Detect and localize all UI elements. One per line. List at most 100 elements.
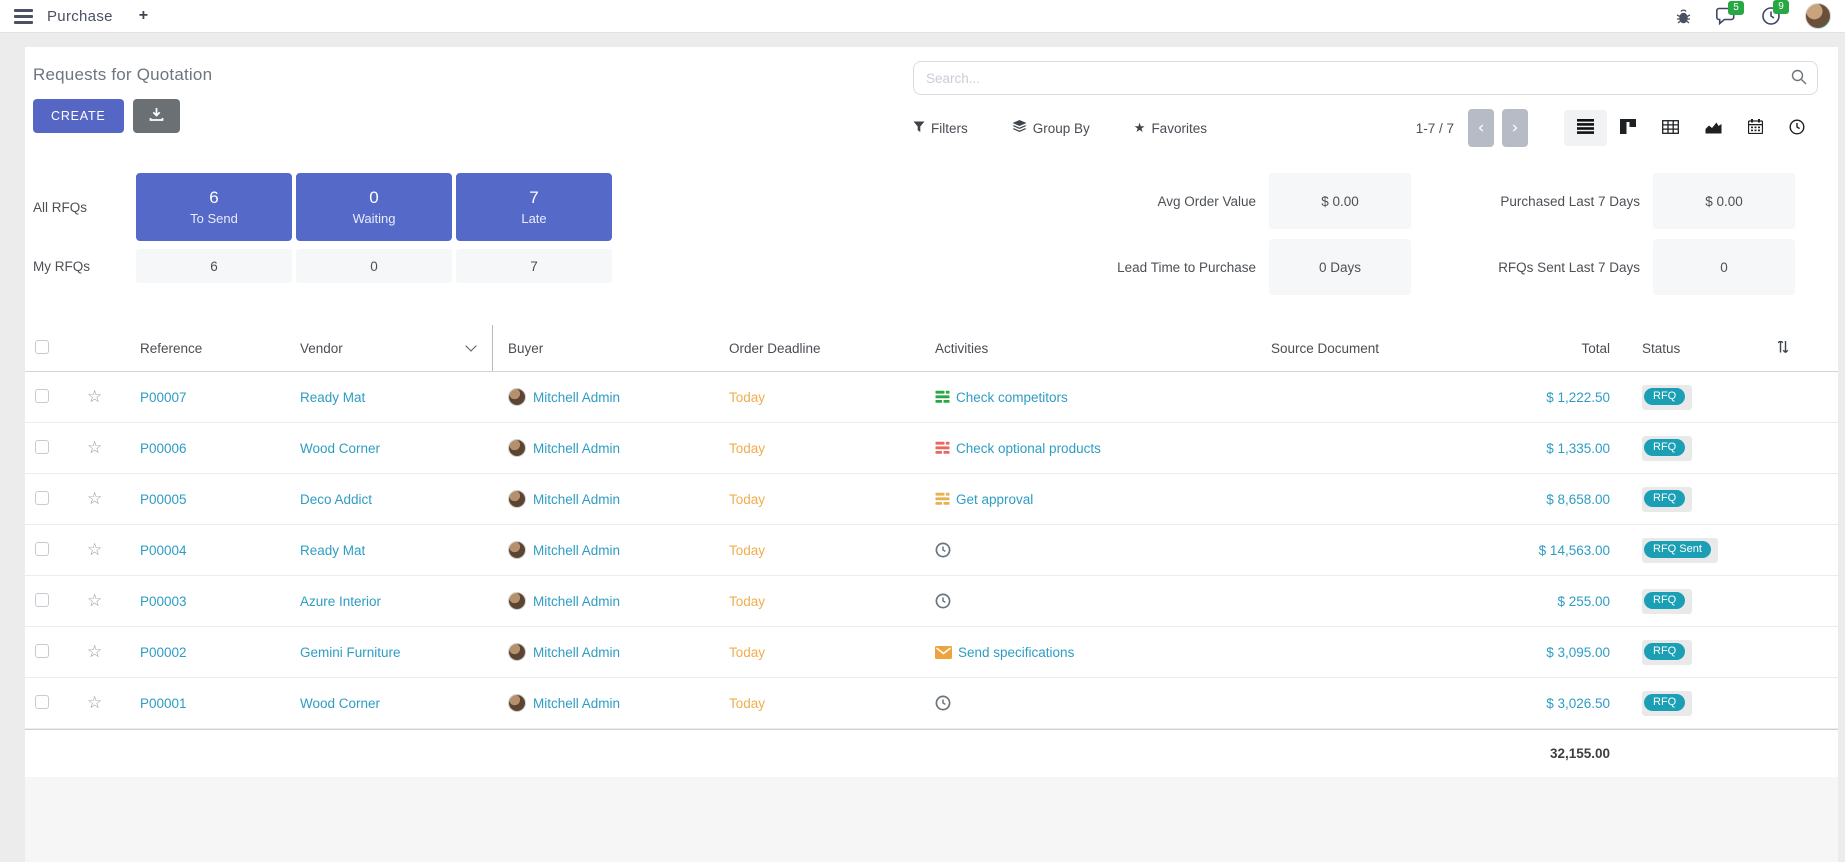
activity-icon[interactable] bbox=[935, 646, 952, 659]
export-button[interactable] bbox=[133, 99, 180, 133]
reference-link[interactable]: P00002 bbox=[140, 645, 187, 660]
optional-columns-icon[interactable] bbox=[1776, 341, 1790, 356]
buyer-link[interactable]: Mitchell Admin bbox=[533, 594, 620, 609]
favorites-button[interactable]: ★ Favorites bbox=[1134, 121, 1207, 136]
vendor-link[interactable]: Deco Addict bbox=[300, 492, 372, 507]
activity-link[interactable]: Check competitors bbox=[956, 390, 1068, 405]
search-icon[interactable] bbox=[1791, 69, 1807, 88]
reference-link[interactable]: P00007 bbox=[140, 390, 187, 405]
row-checkbox[interactable] bbox=[35, 440, 49, 454]
order-deadline-label: Today bbox=[729, 441, 765, 456]
kpi-my-waiting[interactable]: 0 bbox=[296, 249, 452, 283]
reference-link[interactable]: P00001 bbox=[140, 696, 187, 711]
header-buyer[interactable]: Buyer bbox=[493, 341, 714, 356]
header-activities[interactable]: Activities bbox=[920, 341, 1250, 356]
table-row[interactable]: ☆ P00006 Wood Corner Mitchell Admin Toda… bbox=[25, 423, 1838, 474]
buyer-link[interactable]: Mitchell Admin bbox=[533, 441, 620, 456]
purchased-7d-value[interactable]: $ 0.00 bbox=[1653, 173, 1795, 229]
row-checkbox[interactable] bbox=[35, 644, 49, 658]
apps-menu-icon[interactable] bbox=[14, 9, 33, 24]
status-badge: RFQ bbox=[1642, 385, 1692, 410]
row-checkbox[interactable] bbox=[35, 491, 49, 505]
activity-icon[interactable] bbox=[935, 593, 951, 609]
row-checkbox[interactable] bbox=[35, 389, 49, 403]
vendor-link[interactable]: Azure Interior bbox=[300, 594, 381, 609]
kpi-late[interactable]: 7 Late bbox=[456, 173, 612, 241]
reference-link[interactable]: P00005 bbox=[140, 492, 187, 507]
kpi-to-send[interactable]: 6 To Send bbox=[136, 173, 292, 241]
activities-badge: 9 bbox=[1773, 0, 1789, 14]
create-button[interactable]: CREATE bbox=[33, 99, 124, 133]
kanban-view-button[interactable] bbox=[1607, 110, 1649, 146]
activity-icon[interactable] bbox=[935, 390, 950, 404]
avg-order-value[interactable]: $ 0.00 bbox=[1269, 173, 1411, 229]
buyer-link[interactable]: Mitchell Admin bbox=[533, 390, 620, 405]
vendor-link[interactable]: Gemini Furniture bbox=[300, 645, 401, 660]
reference-link[interactable]: P00006 bbox=[140, 441, 187, 456]
vendor-link[interactable]: Wood Corner bbox=[300, 696, 380, 711]
kpi-my-late[interactable]: 7 bbox=[456, 249, 612, 283]
table-row[interactable]: ☆ P00001 Wood Corner Mitchell Admin Toda… bbox=[25, 678, 1838, 729]
messages-button[interactable]: 5 bbox=[1716, 7, 1737, 25]
filters-button[interactable]: Filters bbox=[913, 121, 968, 136]
star-toggle-icon[interactable]: ☆ bbox=[87, 387, 102, 407]
buyer-link[interactable]: Mitchell Admin bbox=[533, 492, 620, 507]
row-checkbox[interactable] bbox=[35, 542, 49, 556]
reference-link[interactable]: P00003 bbox=[140, 594, 187, 609]
activity-link[interactable]: Check optional products bbox=[956, 441, 1101, 456]
activity-link[interactable]: Get approval bbox=[956, 492, 1033, 507]
header-status[interactable]: Status bbox=[1625, 341, 1838, 356]
header-vendor[interactable]: Vendor bbox=[285, 325, 493, 371]
star-toggle-icon[interactable]: ☆ bbox=[87, 591, 102, 611]
row-checkbox[interactable] bbox=[35, 695, 49, 709]
calendar-view-button[interactable] bbox=[1735, 110, 1776, 146]
kpi-my-to-send[interactable]: 6 bbox=[136, 249, 292, 283]
select-all-checkbox[interactable] bbox=[35, 340, 49, 354]
activity-link[interactable]: Send specifications bbox=[958, 645, 1074, 660]
list-view-button[interactable] bbox=[1564, 110, 1607, 146]
kpi-waiting[interactable]: 0 Waiting bbox=[296, 173, 452, 241]
pager-next-button[interactable]: › bbox=[1502, 109, 1528, 147]
table-row[interactable]: ☆ P00005 Deco Addict Mitchell Admin Toda… bbox=[25, 474, 1838, 525]
activity-icon[interactable] bbox=[935, 441, 950, 455]
header-source-document[interactable]: Source Document bbox=[1250, 341, 1400, 356]
activities-button[interactable]: 9 bbox=[1761, 6, 1781, 26]
table-row[interactable]: ☆ P00002 Gemini Furniture Mitchell Admin… bbox=[25, 627, 1838, 678]
app-title[interactable]: Purchase bbox=[47, 8, 113, 25]
vendor-link[interactable]: Ready Mat bbox=[300, 543, 365, 558]
star-toggle-icon[interactable]: ☆ bbox=[87, 540, 102, 560]
table-row[interactable]: ☆ P00004 Ready Mat Mitchell Admin Today … bbox=[25, 525, 1838, 576]
graph-view-button[interactable] bbox=[1692, 111, 1735, 146]
group-by-button[interactable]: Group By bbox=[1012, 120, 1090, 137]
star-toggle-icon[interactable]: ☆ bbox=[87, 489, 102, 509]
star-toggle-icon[interactable]: ☆ bbox=[87, 693, 102, 713]
header-order-deadline[interactable]: Order Deadline bbox=[714, 341, 920, 356]
activity-icon[interactable] bbox=[935, 695, 951, 711]
table-row[interactable]: ☆ P00003 Azure Interior Mitchell Admin T… bbox=[25, 576, 1838, 627]
reference-link[interactable]: P00004 bbox=[140, 543, 187, 558]
header-reference[interactable]: Reference bbox=[125, 341, 285, 356]
vendor-link[interactable]: Ready Mat bbox=[300, 390, 365, 405]
buyer-link[interactable]: Mitchell Admin bbox=[533, 696, 620, 711]
debug-bug-icon[interactable] bbox=[1675, 8, 1692, 25]
buyer-link[interactable]: Mitchell Admin bbox=[533, 543, 620, 558]
pager-prev-button[interactable]: ‹ bbox=[1468, 109, 1494, 147]
lead-time-value[interactable]: 0 Days bbox=[1269, 239, 1411, 295]
vendor-link[interactable]: Wood Corner bbox=[300, 441, 380, 456]
activity-icon[interactable] bbox=[935, 542, 951, 558]
activity-view-button[interactable] bbox=[1776, 110, 1818, 147]
pivot-view-button[interactable] bbox=[1649, 111, 1692, 146]
user-avatar[interactable] bbox=[1805, 3, 1831, 29]
header-total[interactable]: Total bbox=[1400, 341, 1625, 356]
star-toggle-icon[interactable]: ☆ bbox=[87, 642, 102, 662]
table-row[interactable]: ☆ P00007 Ready Mat Mitchell Admin Today … bbox=[25, 372, 1838, 423]
activity-icon[interactable] bbox=[935, 492, 950, 506]
add-tab-button[interactable]: + bbox=[139, 7, 148, 25]
buyer-avatar bbox=[508, 592, 526, 610]
rfqs-sent-7d-value[interactable]: 0 bbox=[1653, 239, 1795, 295]
buyer-link[interactable]: Mitchell Admin bbox=[533, 645, 620, 660]
search-input[interactable] bbox=[914, 71, 1791, 86]
star-toggle-icon[interactable]: ☆ bbox=[87, 438, 102, 458]
row-checkbox[interactable] bbox=[35, 593, 49, 607]
table-body: ☆ P00007 Ready Mat Mitchell Admin Today … bbox=[25, 372, 1838, 729]
